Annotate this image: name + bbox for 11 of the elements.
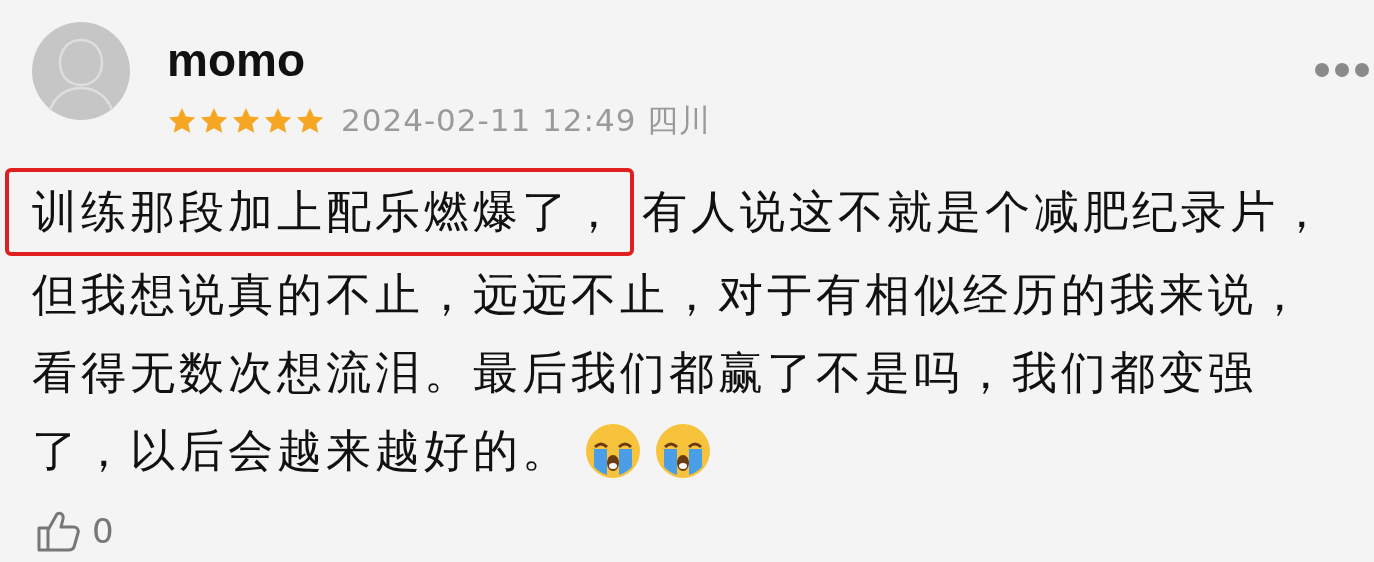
comment-text: 看得无数次想流泪。最后我们都赢了不是吗，我们都变强: [32, 345, 1258, 401]
more-icon[interactable]: [1314, 62, 1370, 78]
comment-text: 了，以后会越来越好的。: [32, 423, 571, 479]
like-count: 0: [92, 511, 114, 551]
highlighted-text: 训练那段加上配乐燃爆了，: [5, 168, 634, 256]
comment-text: 有人说这不就是个减肥纪录片，: [642, 184, 1328, 240]
crying-face-icon: [655, 423, 711, 479]
crying-face-icon: [585, 423, 641, 479]
comment-text: 但我想说真的不止，远远不止，对于有相似经历的我来说，: [32, 267, 1307, 323]
user-name[interactable]: momo: [167, 34, 712, 86]
comment-time: 2024-02-11 12:49 四川: [341, 101, 712, 140]
